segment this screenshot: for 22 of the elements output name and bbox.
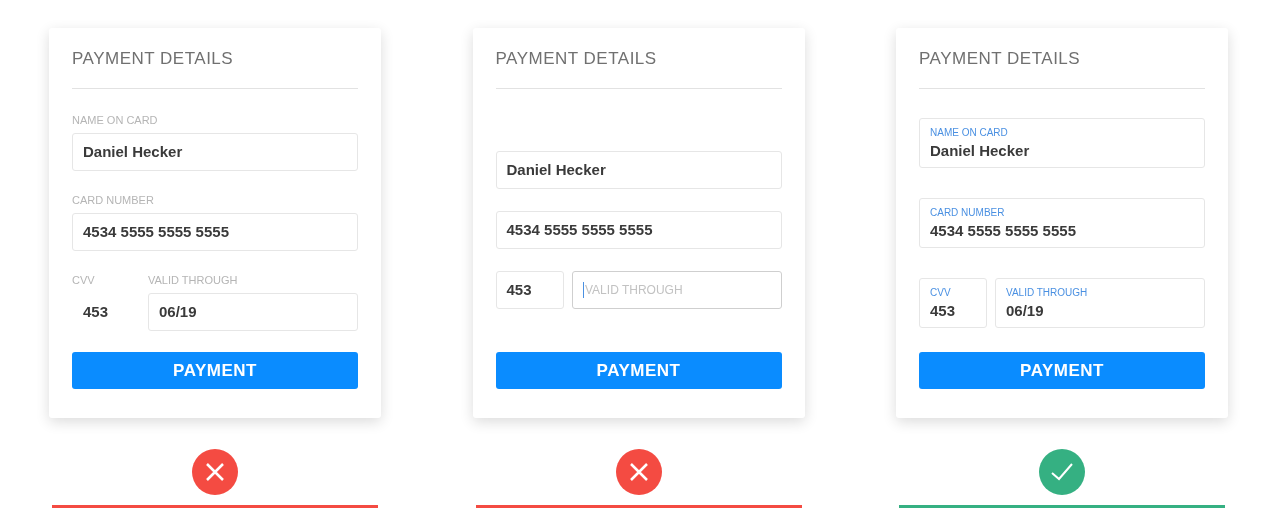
card-title: PAYMENT DETAILS xyxy=(495,49,658,69)
input-field[interactable]: 453 xyxy=(495,271,564,309)
input-field[interactable]: 4534 5555 5555 5555 xyxy=(72,213,358,251)
input-field[interactable]: VALID THROUGH 06/19 xyxy=(995,278,1205,328)
input-field[interactable]: 4534 5555 5555 5555 xyxy=(495,211,782,249)
field-label: VALID THROUGH xyxy=(1006,286,1089,299)
input-field[interactable]: 06/19 xyxy=(148,293,358,331)
field-label: CARD NUMBER xyxy=(72,193,155,207)
input-field[interactable]: CVV 453 xyxy=(919,278,987,328)
field-label: CVV xyxy=(930,286,952,299)
field-label: VALID THROUGH xyxy=(148,273,239,287)
text-cursor xyxy=(582,282,584,298)
input-field[interactable]: Daniel Hecker xyxy=(72,133,358,171)
field-label: NAME ON CARD xyxy=(930,126,1009,139)
field-label: CARD NUMBER xyxy=(930,206,1006,219)
input-field[interactable]: NAME ON CARD Daniel Hecker xyxy=(919,118,1205,168)
card-title: PAYMENT DETAILS xyxy=(919,49,1082,69)
card-title: PAYMENT DETAILS xyxy=(72,49,235,69)
field-label: CVV xyxy=(72,273,96,287)
input-field[interactable]: CARD NUMBER 4534 5555 5555 5555 xyxy=(919,198,1205,248)
field-label: NAME ON CARD xyxy=(72,113,159,127)
input-field[interactable]: Daniel Hecker xyxy=(495,151,782,189)
